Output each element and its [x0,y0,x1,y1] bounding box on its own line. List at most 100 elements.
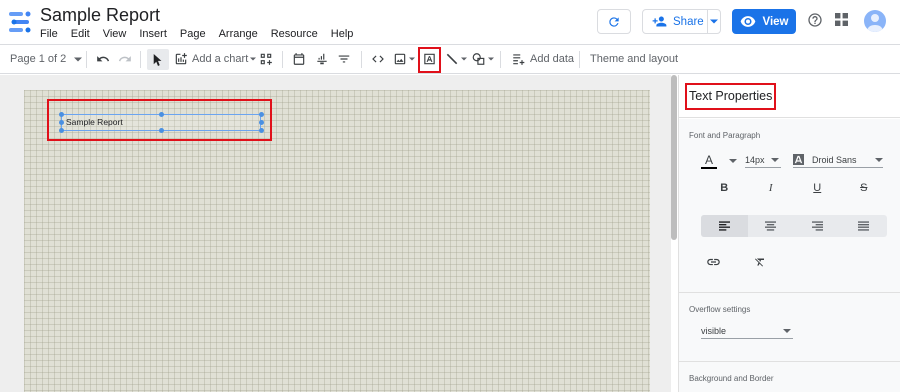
line-icon [446,53,458,65]
menu-page[interactable]: Page [180,28,206,40]
help-icon[interactable] [807,12,823,28]
caret-down-icon [461,57,467,61]
text-style-row: B I U S [701,182,887,202]
overflow-value: visible [701,325,727,336]
menu-file[interactable]: File [40,28,58,40]
report-title[interactable]: Sample Report [40,5,160,26]
add-chart-label: Add a chart [192,53,249,65]
page-selector[interactable]: Page 1 of 2 [10,45,83,73]
align-right-button[interactable] [794,215,841,237]
cursor-arrow-icon [153,53,162,66]
editor-toolbar: Page 1 of 2 Add a chart Add data Theme a… [0,44,900,74]
select-tool-button[interactable] [147,49,169,70]
font-size-value: 14px [745,154,765,165]
page-indicator: Page 1 of 2 [10,53,67,65]
view-button[interactable]: View [732,9,796,34]
overflow-heading: Overflow settings [689,305,751,314]
refresh-button[interactable] [597,9,631,34]
apps-grid-icon[interactable] [835,13,848,26]
panel-body: Font and Paragraph A 14px Droid Sans B I… [679,119,900,392]
overflow-select[interactable]: visible [701,323,793,339]
app-header: Sample Report File Edit View Insert Page… [0,0,900,44]
italic-button[interactable]: I [748,182,795,202]
embed-code-icon[interactable] [370,52,386,66]
date-range-icon[interactable] [292,52,306,66]
font-color-swatch: A [701,153,717,169]
share-button[interactable]: Share [642,9,721,34]
share-main-button[interactable]: Share [643,10,708,33]
font-family-value: Droid Sans [812,154,857,165]
text-alignment-group [701,215,887,237]
data-studio-logo-icon[interactable] [9,9,33,35]
add-data-label: Add data [530,53,575,65]
community-visualizations-icon[interactable] [259,52,273,66]
caret-down-icon [250,57,257,61]
font-family-icon [793,154,804,165]
toolbar-divider [282,51,283,68]
align-center-icon [765,221,777,231]
person-icon [867,14,883,32]
view-label: View [762,15,789,28]
shape-button[interactable] [471,45,494,73]
align-left-icon [718,221,730,231]
data-control-icon[interactable] [315,52,329,66]
add-person-icon [652,16,667,27]
theme-layout-label: Theme and layout [590,53,679,65]
align-right-icon [811,221,823,231]
menu-bar: File Edit View Insert Page Arrange Resou… [40,28,366,40]
caret-down-icon [409,57,415,61]
background-border-heading: Background and Border [689,374,774,383]
font-family-select[interactable]: Droid Sans [793,152,883,168]
image-icon [394,53,406,65]
add-chart-button[interactable]: Add a chart [174,45,257,73]
shapes-icon [472,53,485,65]
account-avatar[interactable] [864,10,886,32]
caret-down-icon [710,19,718,24]
section-divider [679,361,900,362]
toolbar-divider [86,51,87,68]
line-button[interactable] [445,45,467,73]
caret-down-icon [770,157,779,162]
font-color-picker[interactable]: A [701,153,737,169]
panel-title: Text Properties [689,89,773,103]
add-data-button[interactable]: Add data [511,45,574,73]
properties-panel: Text Properties Font and Paragraph A 14p… [678,75,900,392]
toolbar-divider [500,51,501,68]
menu-help[interactable]: Help [331,28,354,40]
caret-down-icon [783,328,791,333]
menu-arrange[interactable]: Arrange [219,28,258,40]
menu-insert[interactable]: Insert [139,28,167,40]
font-size-select[interactable]: 14px [745,152,781,168]
panel-header: Text Properties [679,75,900,118]
add-data-icon [513,54,525,65]
align-left-button[interactable] [701,215,748,237]
canvas-scrollbar[interactable] [671,75,677,240]
refresh-icon [609,16,619,27]
theme-layout-button[interactable]: Theme and layout [590,45,678,73]
bold-button[interactable]: B [701,182,748,202]
eye-icon [740,16,755,27]
toolbar-divider [140,51,141,68]
redo-icon[interactable] [118,52,132,66]
toolbar-divider [579,51,580,68]
strikethrough-button[interactable]: S [841,182,888,202]
filter-control-icon[interactable] [337,52,351,66]
add-chart-icon [175,53,187,65]
underline-button[interactable]: U [794,182,841,202]
section-divider [679,292,900,293]
image-button[interactable] [393,45,415,73]
caret-down-icon [729,159,737,163]
menu-view[interactable]: View [103,28,127,40]
undo-icon[interactable] [96,52,110,66]
menu-edit[interactable]: Edit [71,28,90,40]
share-dropdown[interactable] [708,19,720,24]
link-icon[interactable] [706,257,721,267]
align-center-button[interactable] [748,215,795,237]
align-justify-button[interactable] [841,215,888,237]
text-box-icon[interactable] [422,52,437,66]
caret-down-icon [875,157,883,162]
clear-formatting-icon[interactable] [754,256,766,268]
menu-resource[interactable]: Resource [271,28,318,40]
canvas-workspace[interactable]: Sample Report [0,75,671,392]
align-justify-icon [858,221,870,231]
